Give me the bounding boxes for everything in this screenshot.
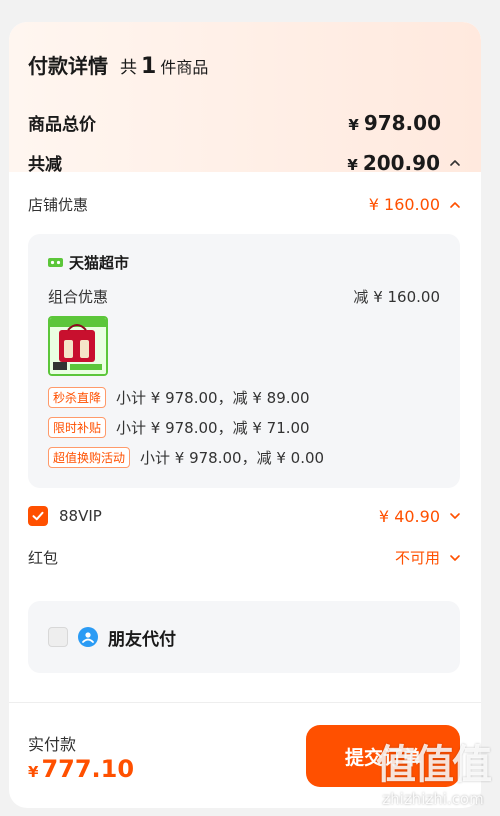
page-title: 付款详情 — [28, 54, 108, 78]
discount-item: 秒杀直降 小计 ¥ 978.00，减 ¥ 89.00 — [48, 387, 310, 408]
pay-amount-value: 777.10 — [41, 755, 135, 783]
vip-checkbox[interactable] — [28, 506, 48, 526]
currency-symbol: ¥ — [347, 155, 358, 174]
total-reduce-row[interactable]: 共减 ¥ 200.90 — [28, 150, 462, 175]
vip-discount-amount[interactable]: ¥ 40.90 — [379, 507, 462, 526]
item-count-prefix: 共 — [120, 58, 137, 78]
chevron-up-icon[interactable] — [448, 198, 462, 212]
vip-label: 88VIP — [59, 507, 102, 525]
discount-text: 小计 ¥ 978.00，减 ¥ 89.00 — [116, 389, 310, 407]
friend-pay-label: 朋友代付 — [108, 629, 176, 650]
shop-name-text: 天猫超市 — [69, 254, 130, 272]
submit-order-button[interactable]: 提交订单 — [306, 725, 460, 787]
payment-header: 付款详情 共 1 件商品 — [28, 50, 208, 79]
product-image-icon — [50, 318, 106, 374]
product-thumbnail[interactable] — [48, 316, 108, 376]
currency-symbol: ¥ — [348, 115, 359, 134]
discount-tag: 超值换购活动 — [48, 447, 131, 468]
shop-discount-row[interactable]: 店铺优惠 ¥ 160.00 — [28, 194, 462, 215]
shop-name: 天猫超市 — [48, 252, 129, 273]
total-reduce-label: 共减 — [28, 155, 62, 175]
total-price-row: 商品总价 ¥ 978.00 — [28, 110, 462, 136]
discount-item: 超值换购活动 小计 ¥ 978.00，减 ¥ 0.00 — [48, 447, 324, 468]
item-count: 1 — [141, 54, 157, 79]
chevron-down-icon[interactable] — [448, 509, 462, 523]
vip-discount-row[interactable]: 88VIP ¥ 40.90 — [28, 506, 462, 526]
vip-option[interactable]: 88VIP — [28, 506, 102, 526]
shop-discount-label: 店铺优惠 — [28, 196, 89, 214]
red-packet-row[interactable]: 红包 不可用 — [28, 547, 462, 568]
friend-pay-option[interactable]: 朋友代付 — [28, 601, 460, 673]
shop-discount-amount[interactable]: ¥ 160.00 — [369, 195, 462, 214]
total-reduce-amount[interactable]: ¥ 200.90 — [347, 151, 462, 175]
pay-amount-label: 实付款 — [28, 735, 77, 754]
footer-divider — [9, 702, 481, 703]
payment-detail-card: 付款详情 共 1 件商品 商品总价 ¥ 978.00 共减 ¥ 200.90 店… — [9, 22, 481, 808]
red-packet-status[interactable]: 不可用 — [395, 547, 462, 568]
discount-text: 小计 ¥ 978.00，减 ¥ 0.00 — [140, 449, 325, 467]
discount-tag: 限时补贴 — [48, 417, 107, 438]
shop-discount-panel: 天猫超市 组合优惠 减 ¥ 160.00 秒杀直降 小计 ¥ 978.00，减 … — [28, 234, 460, 488]
tmall-logo-icon — [48, 258, 63, 267]
combo-discount-value: 减 ¥ 160.00 — [353, 288, 440, 306]
discount-tag: 秒杀直降 — [48, 387, 107, 408]
red-packet-value: 不可用 — [394, 549, 440, 567]
combo-discount-row: 组合优惠 减 ¥ 160.00 — [48, 286, 440, 307]
chevron-up-icon[interactable] — [448, 156, 462, 170]
shop-discount-value: ¥ 160.00 — [368, 195, 440, 214]
pay-amount: ¥ 777.10 — [28, 755, 134, 783]
vip-discount-value: ¥ 40.90 — [378, 506, 440, 526]
combo-discount-label: 组合优惠 — [48, 288, 109, 306]
check-icon — [32, 511, 44, 521]
item-count-unit: 件商品 — [160, 58, 209, 77]
total-price-label: 商品总价 — [28, 115, 96, 135]
discount-text: 小计 ¥ 978.00，减 ¥ 71.00 — [116, 419, 310, 437]
red-packet-label: 红包 — [28, 549, 59, 567]
currency-symbol: ¥ — [28, 763, 39, 781]
total-reduce-value: 200.90 — [362, 150, 440, 175]
discount-item: 限时补贴 小计 ¥ 978.00，减 ¥ 71.00 — [48, 417, 310, 438]
total-price-value: 978.00 — [363, 110, 441, 135]
friend-pay-checkbox[interactable] — [48, 627, 68, 647]
chevron-down-icon[interactable] — [448, 551, 462, 565]
total-price-amount: ¥ 978.00 — [348, 111, 441, 135]
friend-pay-icon — [78, 627, 98, 647]
